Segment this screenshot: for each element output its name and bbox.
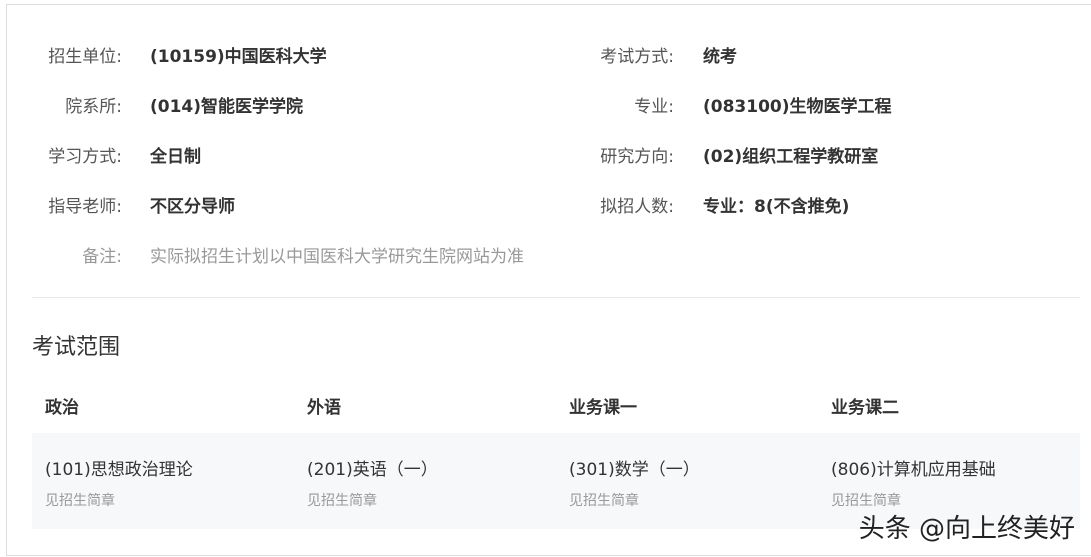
divider bbox=[32, 297, 1080, 298]
header-course-1: 业务课一 bbox=[569, 398, 637, 418]
course-note: 见招生简章 bbox=[831, 493, 901, 509]
section-title: 考试范围 bbox=[32, 335, 121, 360]
cell-course-2: (806)计算机应用基础见招生简章 bbox=[831, 455, 996, 510]
label: 专业: bbox=[634, 97, 674, 117]
label: 院系所: bbox=[65, 97, 122, 117]
value: (10159)中国医科大学 bbox=[150, 47, 327, 67]
value: 实际拟招生计划以中国医科大学研究生院网站为准 bbox=[150, 247, 524, 267]
label: 研究方向: bbox=[600, 147, 674, 167]
value: (014)智能医学学院 bbox=[150, 97, 304, 117]
label: 学习方式: bbox=[48, 147, 122, 167]
value: 专业：8(不含推免) bbox=[703, 197, 850, 217]
header-course-2: 业务课二 bbox=[831, 398, 899, 418]
value: (02)组织工程学教研室 bbox=[703, 147, 879, 167]
value: 不区分导师 bbox=[150, 197, 235, 217]
course-note: 见招生简章 bbox=[307, 493, 377, 509]
label: 拟招人数: bbox=[600, 197, 674, 217]
value: 全日制 bbox=[150, 147, 201, 167]
label: 招生单位: bbox=[48, 47, 122, 67]
value: (083100)生物医学工程 bbox=[703, 97, 892, 117]
course-note: 见招生简章 bbox=[45, 493, 115, 509]
course-name: (301)数学（一） bbox=[569, 460, 700, 480]
header-language: 外语 bbox=[307, 398, 341, 418]
label: 考试方式: bbox=[600, 47, 674, 67]
label: 指导老师: bbox=[48, 197, 122, 217]
cell-language: (201)英语（一） 见招生简章 bbox=[307, 455, 438, 510]
header-politics: 政治 bbox=[45, 398, 79, 418]
course-name: (806)计算机应用基础 bbox=[831, 460, 996, 480]
cell-course-1: (301)数学（一） 见招生简章 bbox=[569, 455, 700, 510]
watermark: 头条 @向上终美好 bbox=[858, 514, 1075, 544]
course-name: (101)思想政治理论 bbox=[45, 460, 193, 480]
value: 统考 bbox=[703, 47, 737, 67]
label: 备注: bbox=[82, 247, 122, 267]
course-note: 见招生简章 bbox=[569, 493, 639, 509]
course-name: (201)英语（一） bbox=[307, 460, 438, 480]
cell-politics: (101)思想政治理论见招生简章 bbox=[45, 455, 193, 510]
